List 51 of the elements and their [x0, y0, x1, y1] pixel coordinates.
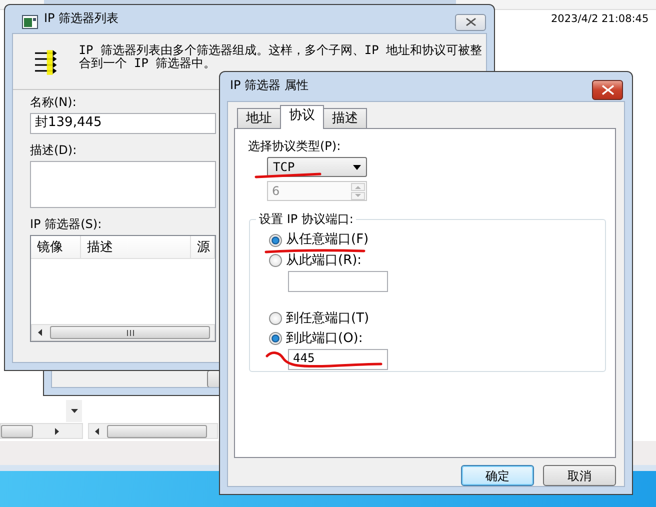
window-title: IP 筛选器列表 — [44, 11, 119, 26]
column-header[interactable]: 描述 — [81, 236, 191, 258]
close-icon — [602, 84, 614, 94]
filter-list[interactable]: 镜像 描述 源 — [30, 235, 216, 342]
protocol-number-field: 6 — [267, 181, 367, 202]
field-label: 选择协议类型(P): — [248, 139, 341, 154]
name-field[interactable]: 封139,445 — [30, 113, 216, 134]
column-header[interactable]: 镜像 — [31, 236, 81, 258]
radio-button[interactable] — [269, 234, 282, 247]
dialog-button[interactable]: 确定 — [461, 465, 534, 486]
radio-button[interactable] — [269, 254, 282, 268]
radio-button[interactable] — [269, 312, 282, 325]
radio-label: 到此端口(O): — [286, 331, 363, 347]
horizontal-scrollbar[interactable] — [88, 423, 218, 439]
scroll-thumb[interactable] — [107, 424, 207, 438]
radio-button[interactable] — [269, 332, 282, 346]
window-icon — [22, 15, 38, 29]
horizontal-scrollbar[interactable] — [31, 324, 215, 342]
close-button[interactable] — [455, 14, 486, 30]
description-field[interactable] — [30, 160, 216, 208]
left-arrow-icon — [95, 428, 99, 434]
field-label: 描述(D): — [30, 143, 77, 158]
intro-text: IP 筛选器列表由多个筛选器组成。这样，多个子网、IP 地址和协议可被整合到一个 IP 筛选器中。 — [78, 44, 484, 72]
field-label: IP 筛选器(S): — [30, 216, 102, 232]
filter-icon — [35, 50, 57, 76]
timestamp-text: 2023/4/2 21:08:45 — [551, 13, 649, 26]
radio-label: 从任意端口(F) — [286, 232, 369, 248]
hand-drawn-underline — [254, 172, 322, 178]
radio-label: 到任意端口(T) — [286, 310, 370, 326]
down-arrow-icon — [70, 409, 78, 413]
column-header[interactable]: 源 — [191, 236, 215, 258]
close-icon — [466, 18, 476, 26]
scroll-thumb[interactable] — [50, 326, 210, 340]
left-arrow-icon — [38, 329, 42, 336]
radio-label: 从此端口(R): — [286, 252, 362, 269]
horizontal-scrollbar[interactable] — [0, 423, 83, 439]
window-title: IP 筛选器 属性 — [230, 78, 308, 92]
caret-icon — [353, 164, 361, 170]
tab[interactable]: 地址 — [237, 108, 281, 128]
field-label: 名称(N): — [30, 95, 76, 110]
tab[interactable]: 协议 — [280, 105, 324, 129]
group-label: 设置 IP 协议端口: — [256, 212, 356, 227]
tab[interactable]: 描述 — [323, 108, 367, 128]
right-arrow-icon — [55, 428, 59, 434]
dialog-button[interactable]: 取消 — [543, 465, 616, 486]
scroll-down-button[interactable] — [66, 400, 82, 422]
grip-icon — [126, 330, 134, 336]
scroll-thumb[interactable] — [1, 424, 33, 438]
close-button[interactable] — [592, 80, 623, 100]
port-field[interactable] — [288, 270, 388, 292]
protocol-dropdown[interactable]: TCP — [267, 157, 367, 178]
